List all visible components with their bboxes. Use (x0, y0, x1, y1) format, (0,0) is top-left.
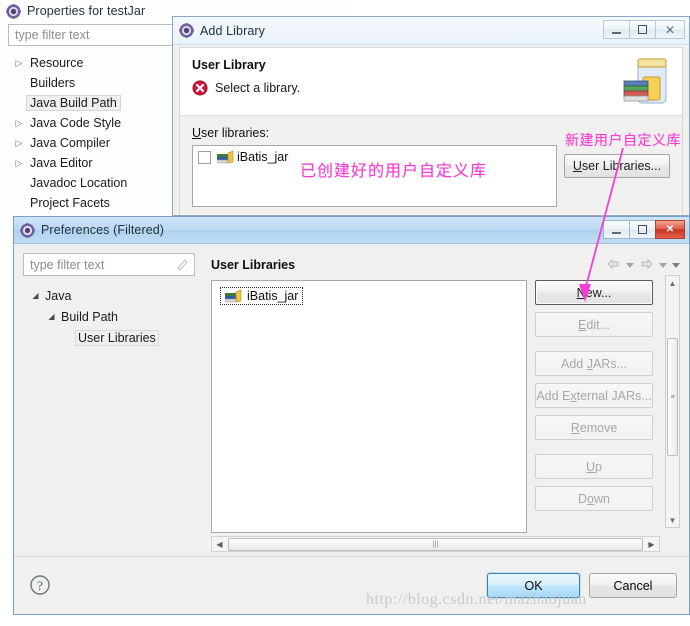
forward-icon[interactable] (639, 258, 654, 272)
add-library-header: User Library Select a library. (180, 48, 682, 116)
maximize-button[interactable] (629, 20, 656, 39)
minimize-button[interactable] (603, 20, 630, 39)
checkbox[interactable] (198, 150, 211, 164)
library-jar-icon (618, 53, 674, 111)
tree-item-label: Java (45, 288, 72, 303)
user-libraries-button[interactable]: User Libraries... (564, 154, 670, 178)
annotation-new-library: 新建用户自定义库 (565, 133, 681, 149)
help-icon[interactable]: ? (29, 574, 51, 596)
add-library-window: Add Library ✕ User Library Select a libr… (172, 16, 690, 216)
scroll-down-icon[interactable]: ▼ (666, 513, 679, 527)
horizontal-scrollbar[interactable]: ◀ ||| ▶ (211, 536, 660, 552)
annotation-existing-library: 已创建好的用户自定义库 (300, 161, 488, 180)
tree-item-label: Javadoc Location (30, 176, 128, 190)
tree-item-label: Java Build Path (26, 95, 121, 111)
preferences-titlebar: Preferences (Filtered) ✕ (14, 217, 689, 244)
add-library-message-row: Select a library. (192, 80, 670, 96)
chevron-right-icon: ▷ (15, 157, 23, 168)
add-library-message: Select a library. (215, 81, 301, 95)
cancel-button-label: Cancel (613, 578, 653, 593)
watermark: http://blog.csdn.net/mazhaojuan (366, 591, 587, 608)
chevron-down-icon[interactable]: ◢ (29, 291, 42, 300)
minimize-button[interactable] (603, 220, 630, 239)
preferences-page-header: User Libraries (211, 253, 680, 277)
eclipse-icon (179, 23, 194, 38)
back-dropdown-icon[interactable] (626, 262, 634, 268)
close-button[interactable]: ✕ (655, 220, 685, 239)
preferences-button-column: New... Edit... Add JARs... Add External … (535, 280, 653, 533)
screenshot-root: Properties for testJar type filter text … (0, 0, 690, 626)
preferences-left-pane: type filter text ◢ Java ◢ Build Path Use… (23, 253, 203, 571)
vertical-scroll-thumb[interactable]: ≡ (667, 338, 678, 456)
user-libraries-listbox[interactable]: iBatis_jar (211, 280, 527, 533)
horizontal-scroll-thumb[interactable]: ||| (228, 537, 643, 551)
new-button[interactable]: New... (535, 280, 653, 305)
tree-item-label: Java Compiler (30, 136, 110, 150)
down-button[interactable]: Down (535, 486, 653, 511)
page-title: User Libraries (211, 258, 296, 272)
add-library-titlebar: Add Library ✕ (173, 17, 689, 45)
vertical-scrollbar[interactable]: ▲ ≡ ▼ (665, 275, 680, 528)
library-icon (224, 289, 242, 303)
forward-dropdown-icon[interactable] (659, 262, 667, 268)
preferences-tree: ◢ Java ◢ Build Path User Libraries (23, 285, 203, 348)
tree-item-label: User Libraries (75, 329, 159, 346)
tree-item-label: Java Editor (30, 156, 93, 170)
tree-item-label: Builders (30, 76, 76, 90)
preferences-window-buttons: ✕ (603, 220, 685, 239)
chevron-right-icon: ▷ (15, 137, 23, 148)
remove-button[interactable]: Remove (535, 415, 653, 440)
back-icon[interactable] (606, 258, 621, 272)
error-icon (192, 80, 208, 96)
svg-text:?: ? (37, 578, 43, 593)
close-button[interactable]: ✕ (655, 20, 685, 39)
preferences-right-pane: User Libraries iBatis_jar New... Edit...… (211, 253, 680, 571)
preferences-panel-row: iBatis_jar New... Edit... Add JARs... Ad… (211, 280, 680, 533)
add-library-heading: User Library (192, 58, 266, 72)
properties-filter-placeholder: type filter text (15, 28, 90, 42)
scroll-left-icon[interactable]: ◀ (212, 540, 227, 549)
tree-item-label: Resource (30, 56, 84, 70)
preferences-columns: type filter text ◢ Java ◢ Build Path Use… (23, 253, 680, 571)
chevron-right-icon: ▷ (15, 57, 23, 68)
preferences-title-text: Preferences (Filtered) (41, 223, 165, 237)
tree-item-label: Java Code Style (30, 116, 122, 130)
add-library-window-buttons: ✕ (603, 20, 685, 39)
button-spacer (535, 344, 653, 351)
clear-icon[interactable] (176, 258, 189, 271)
scroll-right-icon[interactable]: ▶ (644, 540, 659, 549)
library-icon (216, 150, 234, 164)
add-library-title-text: Add Library (200, 23, 266, 38)
tree-item-label: Project Facets (30, 196, 110, 210)
preferences-filter-placeholder: type filter text (30, 257, 105, 272)
preferences-filter-input[interactable]: type filter text (23, 253, 195, 276)
preferences-window: Preferences (Filtered) ✕ type filter tex… (13, 216, 690, 615)
tree-item-build-path[interactable]: ◢ Build Path (23, 306, 203, 327)
add-jars-button[interactable]: Add JARs... (535, 351, 653, 376)
edit-button[interactable]: Edit... (535, 312, 653, 337)
library-name: iBatis_jar (237, 150, 289, 164)
add-external-jars-button[interactable]: Add External JARs... (535, 383, 653, 408)
maximize-button[interactable] (629, 220, 656, 239)
properties-title-text: Properties for testJar (27, 4, 146, 18)
scroll-up-icon[interactable]: ▲ (666, 276, 679, 290)
tree-item-label: Build Path (61, 309, 118, 324)
tree-item-java[interactable]: ◢ Java (23, 285, 203, 306)
eclipse-icon (6, 3, 21, 19)
preferences-nav-buttons (606, 258, 680, 272)
preferences-footer: ? OK Cancel (14, 556, 689, 614)
list-item[interactable]: iBatis_jar (220, 287, 304, 305)
chevron-right-icon: ▷ (15, 117, 23, 128)
up-button[interactable]: Up (535, 454, 653, 479)
tree-item-user-libraries[interactable]: User Libraries (23, 327, 203, 348)
chevron-down-icon[interactable]: ◢ (45, 312, 58, 321)
eclipse-icon (20, 222, 35, 238)
chevron-down-icon[interactable] (672, 262, 680, 268)
cancel-button[interactable]: Cancel (589, 573, 677, 598)
list-item-label: iBatis_jar (247, 289, 299, 303)
button-spacer (535, 447, 653, 454)
